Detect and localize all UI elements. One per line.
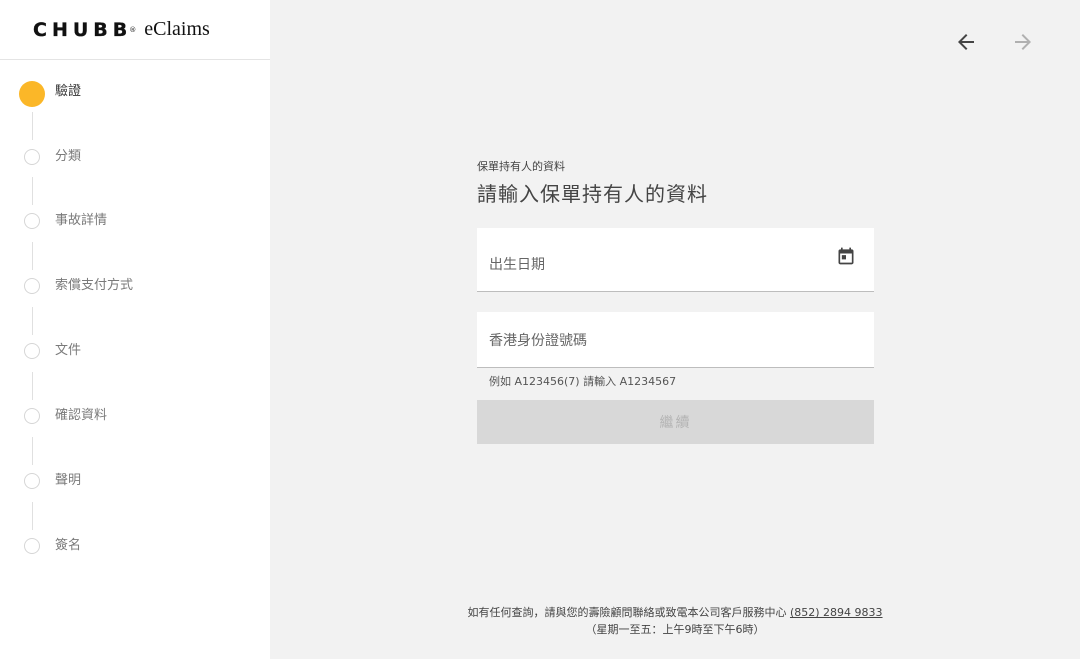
step-label: 簽名 <box>55 538 82 553</box>
step-connector <box>32 502 33 530</box>
footer-contact-line: 如有任何查詢，請與您的壽險顧問聯絡或致電本公司客戶服務中心 (852) 2894… <box>270 604 1080 621</box>
continue-button[interactable]: 繼續 <box>477 400 874 444</box>
sidebar: CHUBB ® eClaims 驗證 分類 事故詳情 索償支付方式 文件 確認資… <box>0 0 270 659</box>
step-connector <box>32 372 33 400</box>
step-indicator <box>24 538 40 554</box>
hkid-label: 香港身份證號碼 <box>489 333 587 349</box>
step-indicator <box>24 343 40 359</box>
section-label: 保單持有人的資料 <box>477 160 565 173</box>
dob-label: 出生日期 <box>489 257 545 273</box>
arrow-right-icon <box>1015 34 1031 50</box>
logo-bar: CHUBB ® eClaims <box>0 0 270 60</box>
step-label: 索償支付方式 <box>55 278 134 293</box>
step-connector <box>32 242 33 270</box>
chubb-logo: CHUBB <box>33 18 133 41</box>
hkid-helper-text: 例如 A123456(7) 請輸入 A1234567 <box>489 375 677 388</box>
step-incident-details[interactable]: 事故詳情 <box>0 206 270 236</box>
hkid-field[interactable]: 香港身份證號碼 <box>477 312 874 368</box>
dob-field[interactable]: 出生日期 <box>477 228 874 292</box>
registered-mark: ® <box>129 25 137 34</box>
step-category[interactable]: 分類 <box>0 142 270 172</box>
footer-hours: （星期一至五：上午9時至下午6時） <box>585 623 765 636</box>
step-indicator <box>24 213 40 229</box>
step-label: 事故詳情 <box>55 213 108 228</box>
step-label: 驗證 <box>55 84 82 99</box>
step-connector <box>32 177 33 205</box>
step-indicator <box>24 278 40 294</box>
step-active-indicator <box>19 81 45 107</box>
step-indicator <box>24 149 40 165</box>
calendar-icon[interactable] <box>836 246 856 266</box>
step-payment-method[interactable]: 索償支付方式 <box>0 271 270 301</box>
step-label: 文件 <box>55 343 82 358</box>
step-documents[interactable]: 文件 <box>0 336 270 366</box>
forward-button[interactable] <box>1011 30 1035 54</box>
step-confirm[interactable]: 確認資料 <box>0 401 270 431</box>
step-label: 聲明 <box>55 473 82 488</box>
step-declaration[interactable]: 聲明 <box>0 466 270 496</box>
phone-link[interactable]: (852) 2894 9833 <box>790 606 883 619</box>
page-title: 請輸入保單持有人的資料 <box>477 182 708 206</box>
step-connector <box>32 112 33 140</box>
arrow-left-icon <box>958 34 974 50</box>
step-indicator <box>24 408 40 424</box>
footer: 如有任何查詢，請與您的壽險顧問聯絡或致電本公司客戶服務中心 (852) 2894… <box>270 604 1080 638</box>
step-connector <box>32 307 33 335</box>
footer-contact-text: 如有任何查詢，請與您的壽險顧問聯絡或致電本公司客戶服務中心 <box>467 606 790 619</box>
product-name: eClaims <box>144 18 210 40</box>
step-label: 分類 <box>55 149 82 164</box>
step-connector <box>32 437 33 465</box>
step-label: 確認資料 <box>55 408 108 423</box>
back-button[interactable] <box>954 30 978 54</box>
policyholder-form: 保單持有人的資料 請輸入保單持有人的資料 出生日期 香港身份證號碼 例如 A12… <box>477 160 874 444</box>
step-signature[interactable]: 簽名 <box>0 531 270 561</box>
step-indicator <box>24 473 40 489</box>
step-verify[interactable]: 驗證 <box>0 60 270 112</box>
